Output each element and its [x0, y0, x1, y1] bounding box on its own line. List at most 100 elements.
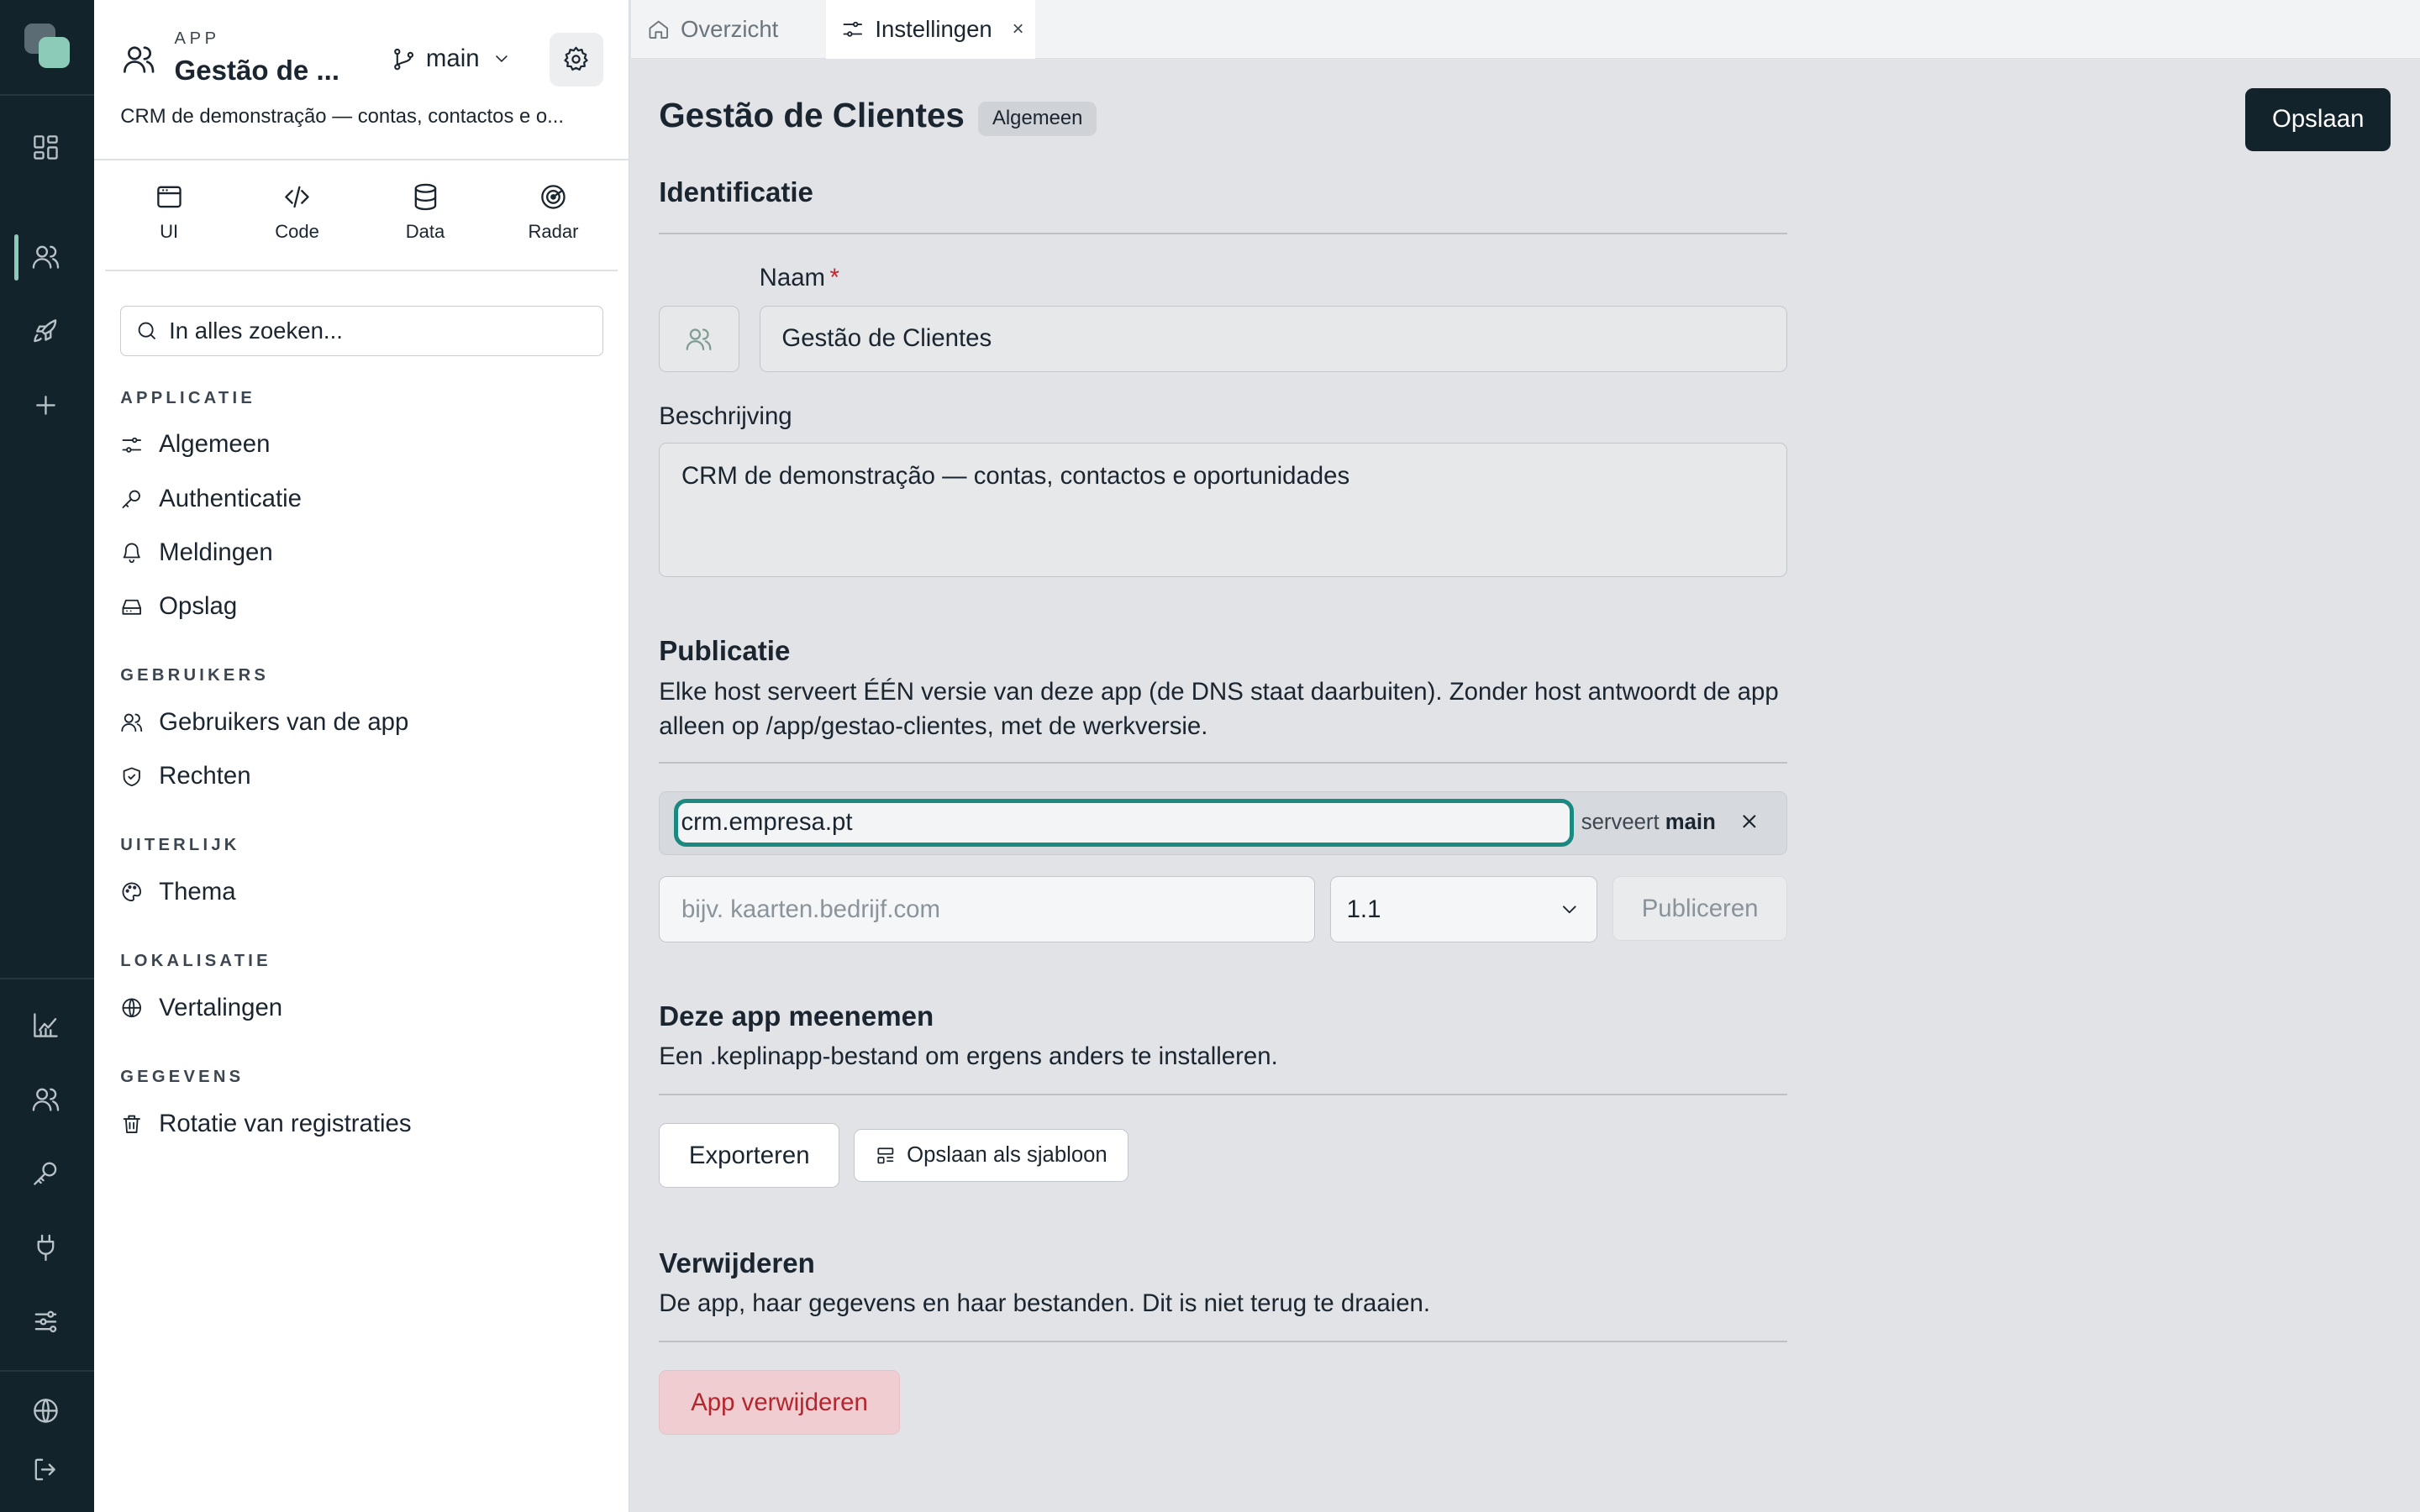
- sidebar-item-gebruikers[interactable]: Gebruikers van de app: [120, 708, 408, 737]
- tab-overzicht[interactable]: Overzicht: [631, 0, 825, 59]
- sidebar-search: [120, 305, 604, 357]
- app-name: Gestão de ...: [174, 55, 340, 87]
- database-icon: [414, 183, 436, 210]
- settings-sidebar: APP Gestão de ... main CRM de demonstraç…: [94, 0, 630, 1512]
- nav-group-title: GEBRUIKERS: [120, 666, 270, 685]
- identification-heading: Identificatie: [659, 177, 813, 209]
- palette-icon: [122, 882, 142, 902]
- tab-instellingen[interactable]: Instellingen ×: [825, 0, 1036, 59]
- version-selected: 1.1: [1346, 895, 1381, 923]
- delete-description: De app, haar gegevens en haar bestanden.…: [659, 1289, 1431, 1317]
- mode-data-label: Data: [405, 220, 445, 242]
- version-select[interactable]: 1.1: [1330, 876, 1597, 943]
- sidebar-item-algemeen[interactable]: Algemeen: [120, 430, 270, 459]
- app-icon-picker[interactable]: [659, 305, 739, 372]
- team-icon[interactable]: [31, 1084, 64, 1117]
- drive-icon: [122, 599, 142, 615]
- rocket-icon[interactable]: [31, 317, 64, 349]
- publish-button[interactable]: Publiceren: [1612, 876, 1787, 942]
- gear-icon: [564, 46, 589, 71]
- delete-app-button[interactable]: App verwijderen: [659, 1369, 900, 1436]
- code-icon: [285, 186, 309, 207]
- name-label: Naam *: [760, 264, 839, 292]
- template-icon: [876, 1147, 893, 1164]
- serves-prefix: serveert: [1581, 811, 1660, 835]
- export-button[interactable]: Exporteren: [659, 1123, 840, 1189]
- sidebar-item-label: Gebruikers van de app: [159, 708, 409, 737]
- template-button-label: Opslaan als sjabloon: [907, 1143, 1107, 1168]
- remove-host-button[interactable]: [1734, 806, 1765, 837]
- app-settings-button[interactable]: [549, 32, 604, 87]
- sidebar-item-rotatie[interactable]: Rotatie van registraties: [120, 1109, 412, 1138]
- rail-active-indicator: [13, 234, 19, 281]
- host-input[interactable]: [673, 798, 1574, 847]
- tab-label: Instellingen: [875, 15, 992, 42]
- branch-name: main: [425, 45, 480, 73]
- sidebar-item-label: Algemeen: [159, 430, 271, 459]
- name-label-text: Naam: [759, 264, 826, 292]
- description-textarea[interactable]: CRM de demonstração — contas, contactos …: [659, 443, 1787, 577]
- section-divider: [659, 762, 1787, 764]
- sidebar-item-authenticatie[interactable]: Authenticatie: [120, 485, 302, 513]
- mode-switcher: UI Code Data Radar: [105, 182, 618, 243]
- nav-group-title: LOKALISATIE: [120, 952, 271, 971]
- app-users-icon: [122, 42, 155, 76]
- sidebar-item-meldingen[interactable]: Meldingen: [120, 538, 273, 567]
- name-input[interactable]: [759, 305, 1787, 372]
- mode-ui[interactable]: UI: [105, 182, 233, 243]
- branch-selector[interactable]: main: [391, 45, 512, 73]
- sidebar-item-label: Rechten: [159, 762, 251, 790]
- chevron-down-icon: [1563, 906, 1576, 914]
- logo-icon[interactable]: [24, 23, 71, 70]
- description-label: Beschrijving: [659, 402, 792, 431]
- mode-code[interactable]: Code: [233, 182, 360, 243]
- settings-sliders-icon[interactable]: [31, 1307, 64, 1340]
- sidebar-item-label: Vertalingen: [159, 993, 283, 1021]
- export-button-label: Exporteren: [688, 1141, 810, 1169]
- sidebar-item-thema[interactable]: Thema: [120, 878, 236, 906]
- new-host-input[interactable]: [659, 876, 1315, 943]
- mode-data[interactable]: Data: [361, 182, 489, 243]
- tab-close-icon[interactable]: ×: [1013, 18, 1024, 41]
- sliders-icon: [843, 21, 863, 37]
- sidebar-item-vertalingen[interactable]: Vertalingen: [120, 994, 282, 1022]
- key-icon[interactable]: [31, 1158, 64, 1191]
- radar-icon: [541, 184, 566, 209]
- save-button[interactable]: Opslaan: [2245, 87, 2391, 151]
- export-description: Een .keplinapp-bestand om ergens anders …: [659, 1042, 1278, 1070]
- save-as-template-button[interactable]: Opslaan als sjabloon: [853, 1129, 1128, 1182]
- sidebar-item-label: Authenticatie: [159, 484, 302, 512]
- rail-divider: [0, 94, 95, 96]
- publication-description: Elke host serveert ÉÉN versie van deze a…: [659, 678, 1779, 740]
- analytics-icon[interactable]: [31, 1011, 64, 1043]
- mode-ui-label: UI: [160, 220, 179, 242]
- plug-icon[interactable]: [31, 1233, 64, 1266]
- delete-heading: Verwijderen: [659, 1247, 815, 1279]
- sidebar-item-label: Thema: [159, 878, 236, 906]
- section-divider: [659, 1094, 1787, 1096]
- sidebar-item-label: Rotatie van registraties: [159, 1109, 412, 1137]
- plus-icon[interactable]: [31, 391, 64, 423]
- nav-group-title: UITERLIJK: [120, 836, 240, 855]
- mode-radar[interactable]: Radar: [489, 182, 617, 243]
- sidebar-item-opslag[interactable]: Opslag: [120, 592, 237, 621]
- bell-icon: [123, 543, 141, 564]
- users-icon: [687, 328, 712, 350]
- publication-heading: Publicatie: [659, 635, 791, 667]
- sliders-icon: [122, 437, 142, 453]
- users-icon[interactable]: [31, 242, 64, 275]
- export-heading: Deze app meenemen: [659, 1001, 934, 1033]
- git-branch-icon: [393, 48, 413, 70]
- dashboard-icon[interactable]: [31, 133, 64, 165]
- sidebar-item-rechten[interactable]: Rechten: [120, 762, 251, 790]
- section-divider: [659, 233, 1787, 235]
- logout-icon[interactable]: [31, 1455, 64, 1488]
- serves-branch: main: [1665, 811, 1716, 835]
- search-icon: [138, 322, 155, 340]
- rail-divider: [0, 1369, 95, 1372]
- search-input[interactable]: [169, 317, 587, 344]
- mode-code-label: Code: [275, 220, 319, 242]
- required-mark: *: [829, 264, 839, 292]
- sidebar-item-label: Meldingen: [159, 538, 273, 566]
- globe-icon[interactable]: [31, 1396, 64, 1429]
